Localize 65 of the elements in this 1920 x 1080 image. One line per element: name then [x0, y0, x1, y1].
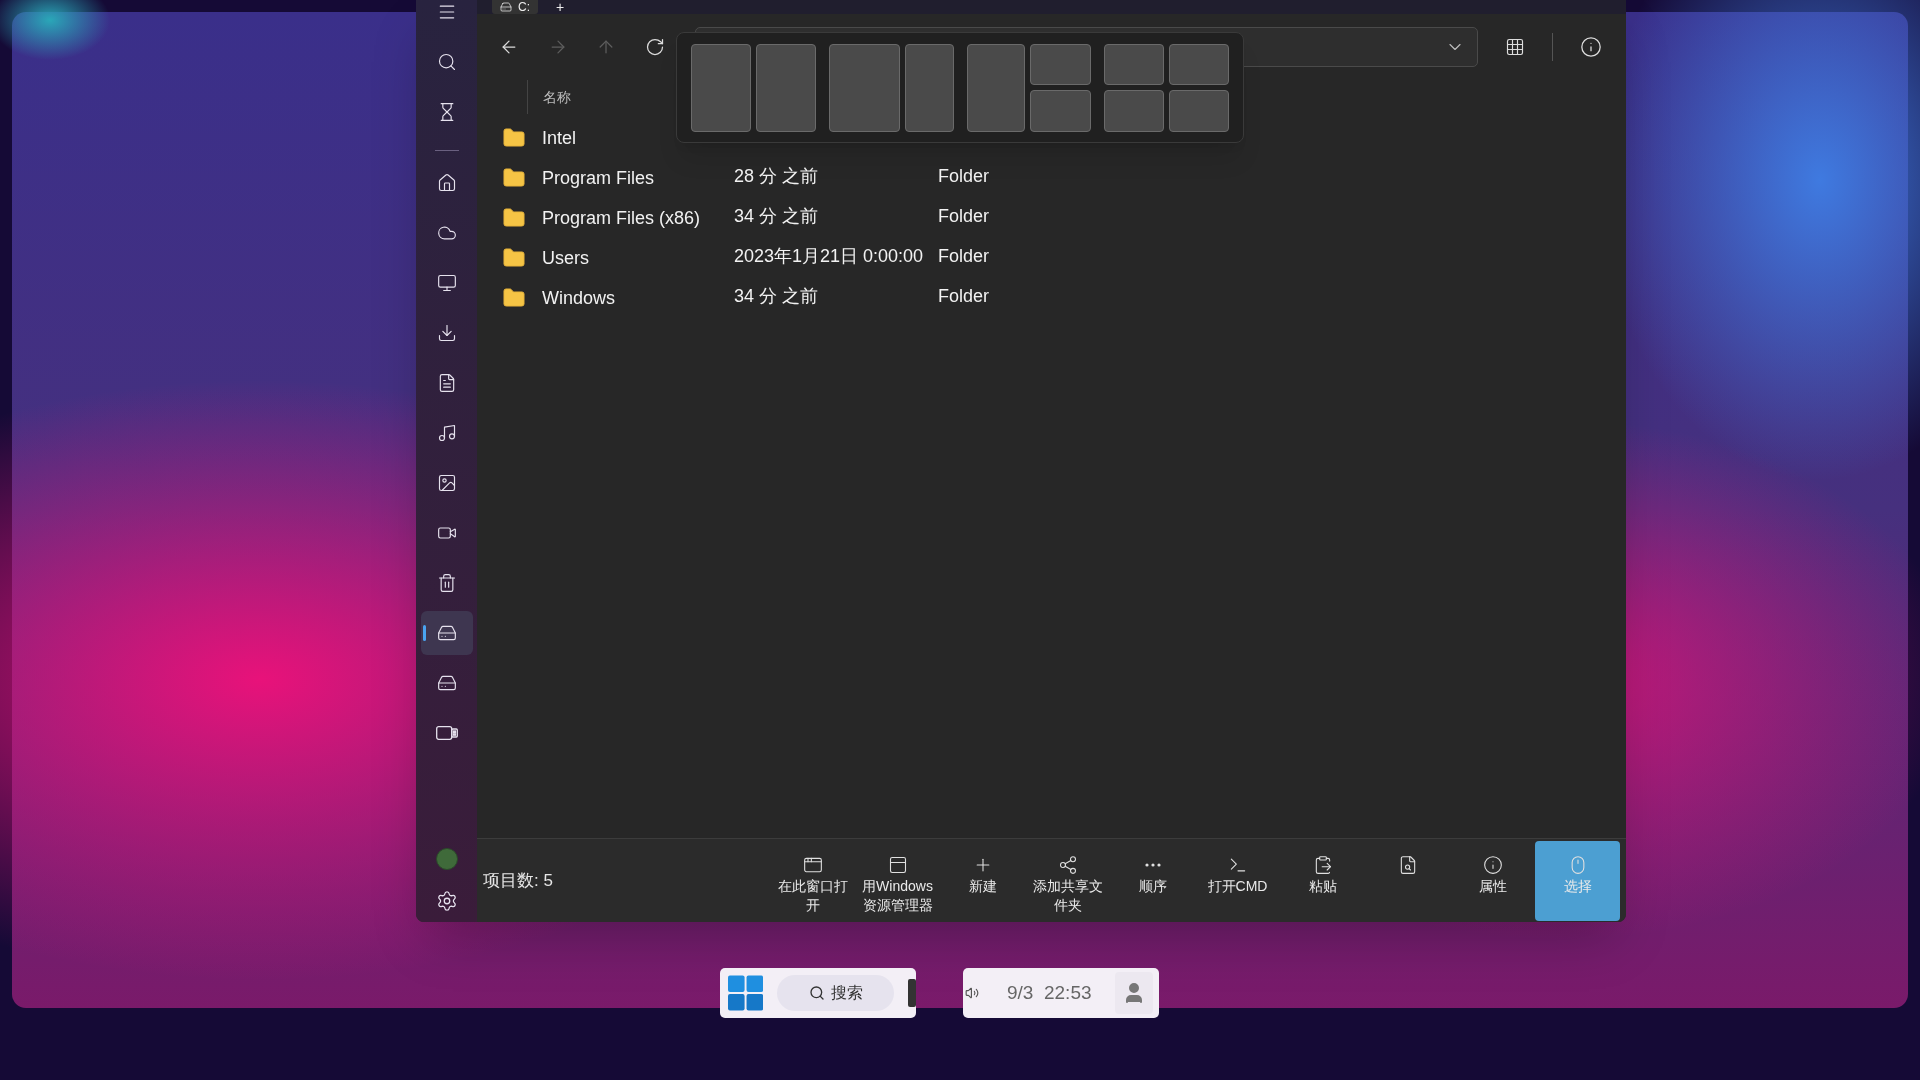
- search-icon: [808, 985, 825, 1001]
- snap-layout-option[interactable]: [966, 43, 1092, 132]
- modified-date: 2023年1月21日 0:00:00: [734, 245, 925, 268]
- file-name: Intel: [542, 126, 578, 150]
- tab[interactable]: C:: [492, 0, 538, 14]
- file-name: Program Files (x86): [542, 206, 702, 230]
- usb-drive-icon: [435, 726, 458, 740]
- file-row[interactable]: Windows 34 分 之前 Folder: [477, 278, 1626, 318]
- snap-layout-option[interactable]: [828, 43, 954, 132]
- settings-icon[interactable]: [435, 890, 458, 912]
- file-row[interactable]: Users 2023年1月21日 0:00:00 Folder: [477, 238, 1626, 278]
- new-button[interactable]: 新建: [940, 840, 1025, 921]
- info-icon: [1579, 36, 1602, 58]
- order-button[interactable]: 顺序: [1110, 840, 1195, 921]
- drive-icon: [500, 1, 512, 13]
- snap-layout-option[interactable]: [691, 43, 816, 132]
- drive-icon: [436, 623, 457, 643]
- search-icon: [436, 52, 457, 72]
- clock[interactable]: 9/3 22:53: [1007, 978, 1092, 1008]
- music-note-icon: [436, 423, 457, 443]
- open-here-button[interactable]: 在此窗口打开: [770, 840, 855, 921]
- folder-icon: [502, 166, 526, 190]
- share-button[interactable]: 添加共享文件夹: [1025, 840, 1110, 921]
- file-row[interactable]: Program Files (x86) 34 分 之前 Folder: [477, 198, 1626, 238]
- paste-button[interactable]: 粘贴: [1280, 840, 1365, 921]
- file-name: Program Files: [542, 166, 656, 190]
- folder-icon: [502, 206, 526, 230]
- file-type: Folder: [938, 245, 990, 268]
- share-icon: [1057, 854, 1078, 875]
- cmd-button[interactable]: 打开CMD: [1195, 840, 1280, 921]
- folder-icon: [502, 286, 526, 310]
- download-icon: [436, 323, 457, 343]
- image-icon: [436, 473, 457, 493]
- file-name: Windows: [542, 286, 617, 310]
- file-type: Folder: [938, 205, 990, 228]
- user-button[interactable]: [1115, 972, 1153, 1014]
- file-type: Folder: [938, 165, 990, 188]
- properties-button[interactable]: 属性: [1450, 840, 1535, 921]
- home-icon: [436, 173, 457, 193]
- snap-layout-option[interactable]: [1104, 43, 1229, 132]
- avatar[interactable]: [435, 848, 458, 870]
- drive-icon: [436, 673, 457, 693]
- file-type: Folder: [938, 285, 990, 308]
- selection-indicator: [422, 625, 426, 641]
- new-tab-button[interactable]: +: [548, 0, 573, 14]
- item-count: 项目数: 5: [483, 869, 553, 892]
- open-explorer-button[interactable]: 用Windows资源管理器: [855, 840, 940, 921]
- speaker-icon[interactable]: [965, 986, 979, 1000]
- grid-icon: [1505, 37, 1526, 57]
- file-name: Users: [542, 246, 590, 270]
- folder-icon: [502, 246, 526, 270]
- windows-logo-icon[interactable]: [728, 975, 764, 1011]
- modified-date: 34 分 之前: [734, 285, 820, 308]
- column-header[interactable]: 名称: [543, 86, 571, 108]
- modified-date: 34 分 之前: [734, 205, 820, 228]
- more-icon: [1144, 862, 1161, 867]
- monitor-icon: [436, 273, 457, 293]
- trash-icon: [436, 573, 457, 593]
- info-icon: [1482, 854, 1503, 875]
- modified-date: 28 分 之前: [734, 165, 820, 188]
- sidebar-item[interactable]: [420, 611, 473, 655]
- window-icon: [887, 854, 908, 875]
- file-row[interactable]: Program Files 28 分 之前 Folder: [477, 158, 1626, 198]
- search-button[interactable]: 搜索: [777, 975, 895, 1011]
- folder-icon: [502, 126, 526, 150]
